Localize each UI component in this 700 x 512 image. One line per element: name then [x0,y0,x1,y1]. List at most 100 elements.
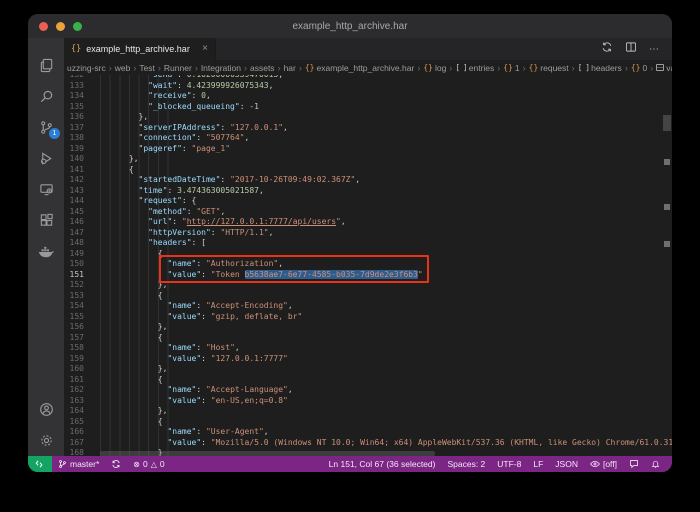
breadcrumb-separator: › [417,63,420,73]
settings-gear-icon[interactable] [28,425,64,456]
code-line-139[interactable]: 139 "pageref": "page_1" [64,144,672,155]
line-text: "name": "Accept-Encoding", [100,301,293,312]
breadcrumb-item[interactable]: {}1 [503,63,519,73]
breadcrumb-item[interactable]: [ ]headers [578,63,622,73]
code-line-133[interactable]: 133 "wait": 4.423999926075343, [64,81,672,92]
code-line-140[interactable]: 140 }, [64,154,672,165]
extensions-icon[interactable] [28,205,64,236]
code-line-143[interactable]: 143 "time": 3.474363005021587, [64,186,672,197]
line-number: 158 [64,343,84,354]
split-editor-icon[interactable] [625,40,637,58]
code-line-166[interactable]: 166 "name": "User-Agent", [64,427,672,438]
line-number: 157 [64,333,84,344]
close-window-button[interactable] [39,22,48,31]
git-branch-indicator[interactable]: master* [52,459,105,469]
cursor-position[interactable]: Ln 151, Col 67 (36 selected) [323,459,442,469]
code-line-149[interactable]: 149 { [64,249,672,260]
breadcrumb-item[interactable]: uzzing-src [67,63,106,73]
docker-icon[interactable] [28,236,64,267]
code-line-135[interactable]: 135 "_blocked_queueing": -1 [64,102,672,113]
remote-explorer-icon[interactable] [28,174,64,205]
code-line-152[interactable]: 152 }, [64,280,672,291]
breadcrumb-item[interactable]: Integration [201,63,241,73]
scrollbar-thumb[interactable] [663,115,671,131]
code-line-165[interactable]: 165 { [64,417,672,428]
line-text: "httpVersion": "HTTP/1.1", [100,228,273,239]
code-line-157[interactable]: 157 { [64,333,672,344]
line-text: "serverIPAddress": "127.0.0.1", [100,123,288,134]
code-line-161[interactable]: 161 { [64,375,672,386]
overview-ruler[interactable] [662,75,672,456]
code-line-154[interactable]: 154 "name": "Accept-Encoding", [64,301,672,312]
code-line-146[interactable]: 146 "url": "http://127.0.0.1:7777/api/us… [64,217,672,228]
minimize-window-button[interactable] [56,22,65,31]
eol-setting[interactable]: LF [527,459,549,469]
code-line-148[interactable]: 148 "headers": [ [64,238,672,249]
zoom-window-button[interactable] [73,22,82,31]
run-debug-icon[interactable] [28,143,64,174]
notifications-bell-icon[interactable] [645,459,666,469]
breadcrumb-item[interactable]: [ ]entries [455,63,494,73]
code-line-144[interactable]: 144 "request": { [64,196,672,207]
more-actions-icon[interactable]: ⋯ [649,44,660,55]
breadcrumb-item[interactable]: {}log [423,63,446,73]
problems-indicator[interactable]: ⊗ 0 △ 0 [127,459,170,469]
account-icon[interactable] [28,394,64,425]
indentation-setting[interactable]: Spaces: 2 [441,459,491,469]
breadcrumb-item[interactable]: Test [139,63,155,73]
code-line-162[interactable]: 162 "name": "Accept-Language", [64,385,672,396]
line-number: 139 [64,144,84,155]
breadcrumb-item[interactable]: {}example_http_archive.har [305,63,414,73]
code-line-159[interactable]: 159 "value": "127.0.0.1:7777" [64,354,672,365]
source-control-icon[interactable]: 1 [28,112,64,143]
language-mode[interactable]: JSON [549,459,584,469]
code-line-153[interactable]: 153 { [64,291,672,302]
search-icon[interactable] [28,81,64,112]
breadcrumb-item[interactable]: Runner [164,63,192,73]
editor-code[interactable]: 132 "send": 0.10200000539470013,133 "wai… [64,75,672,456]
line-number: 163 [64,396,84,407]
code-line-156[interactable]: 156 }, [64,322,672,333]
code-line-150[interactable]: 150 "name": "Authorization", [64,259,672,270]
code-line-151[interactable]: 151 "value": "Token b5638ae7-6e77-4585-b… [64,270,672,281]
line-text: "value": "127.0.0.1:7777" [100,354,288,365]
code-line-145[interactable]: 145 "method": "GET", [64,207,672,218]
breadcrumb-item[interactable]: har [284,63,296,73]
code-line-141[interactable]: 141 { [64,165,672,176]
breadcrumb-item[interactable]: assets [250,63,275,73]
breadcrumb-item[interactable]: value [656,63,672,73]
code-line-160[interactable]: 160 }, [64,364,672,375]
tab-example-http-archive[interactable]: {} example_http_archive.har × [64,38,216,60]
code-line-158[interactable]: 158 "name": "Host", [64,343,672,354]
line-number: 148 [64,238,84,249]
gutter-gap [84,249,100,260]
explorer-icon[interactable] [28,50,64,81]
tab-bar: {} example_http_archive.har × [64,38,672,60]
open-changes-icon[interactable] [601,40,613,58]
tab-close-icon[interactable]: × [202,44,208,54]
line-number: 146 [64,217,84,228]
code-line-142[interactable]: 142 "startedDateTime": "2017-10-26T09:49… [64,175,672,186]
code-line-163[interactable]: 163 "value": "en-US,en;q=0.8" [64,396,672,407]
feedback-icon[interactable] [623,459,645,469]
code-line-136[interactable]: 136 }, [64,112,672,123]
code-line-138[interactable]: 138 "connection": "507764", [64,133,672,144]
breadcrumb-item[interactable]: {}request [529,63,569,73]
remote-indicator[interactable] [28,456,52,472]
code-line-167[interactable]: 167 "value": "Mozilla/5.0 (Windows NT 10… [64,438,672,449]
code-line-147[interactable]: 147 "httpVersion": "HTTP/1.1", [64,228,672,239]
screencast-toggle[interactable]: [off] [584,459,623,469]
code-line-155[interactable]: 155 "value": "gzip, deflate, br" [64,312,672,323]
line-text: "value": "en-US,en;q=0.8" [100,396,288,407]
code-line-137[interactable]: 137 "serverIPAddress": "127.0.0.1", [64,123,672,134]
line-number: 155 [64,312,84,323]
code-line-134[interactable]: 134 "receive": 0, [64,91,672,102]
breadcrumb-separator: › [109,63,112,73]
code-line-164[interactable]: 164 }, [64,406,672,417]
line-text: }, [100,154,139,165]
breadcrumb-item[interactable]: {}0 [631,63,647,73]
sync-changes-button[interactable] [105,459,127,469]
encoding-setting[interactable]: UTF-8 [491,459,527,469]
breadcrumb-item[interactable]: web [115,63,131,73]
line-number: 140 [64,154,84,165]
